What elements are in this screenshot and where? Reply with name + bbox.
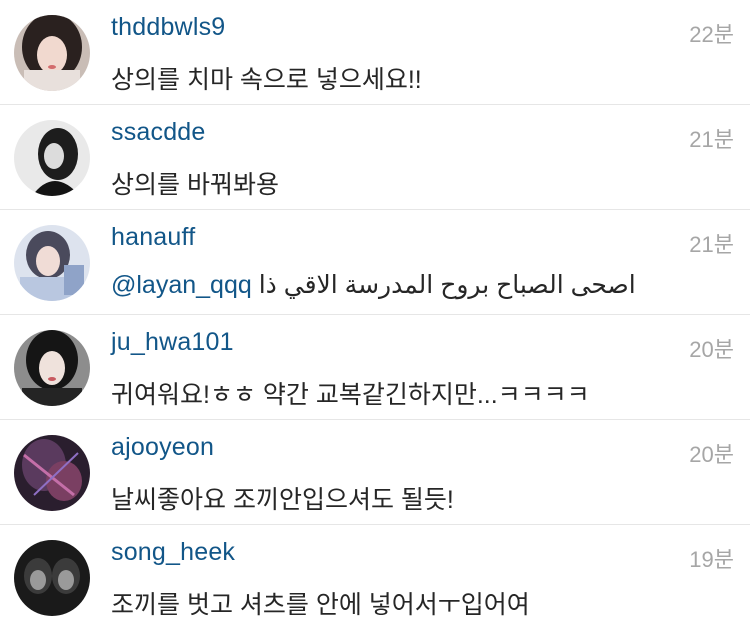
comment-username[interactable]: ssacdde bbox=[111, 118, 206, 147]
comment-item: ssacdde 21분 상의를 바꿔봐용 bbox=[0, 105, 750, 210]
user-avatar-icon bbox=[14, 120, 90, 196]
comment-item: thddbwls9 22분 상의를 치마 속으로 넣으세요!! bbox=[0, 0, 750, 105]
comment-timestamp: 19분 bbox=[689, 547, 734, 572]
comment-item: ju_hwa101 20분 귀여워요!ㅎㅎ 약간 교복같긴하지만...ㅋㅋㅋㅋ bbox=[0, 315, 750, 420]
avatar[interactable] bbox=[14, 15, 90, 91]
avatar[interactable] bbox=[14, 330, 90, 406]
comment-text: @layan_qqq اصحى الصباح بروح المدرسة الاق… bbox=[111, 270, 636, 300]
comment-username[interactable]: song_heek bbox=[111, 538, 235, 567]
comment-timestamp: 20분 bbox=[689, 337, 734, 362]
comment-mention[interactable]: @layan_qqq bbox=[111, 271, 252, 299]
comment-timestamp: 22분 bbox=[689, 22, 734, 47]
comment-timestamp: 20분 bbox=[689, 442, 734, 467]
comment-timestamp: 21분 bbox=[689, 232, 734, 257]
comment-username[interactable]: ju_hwa101 bbox=[111, 328, 234, 357]
comment-list: thddbwls9 22분 상의를 치마 속으로 넣으세요!! ssacdde … bbox=[0, 0, 750, 632]
user-avatar-icon bbox=[14, 225, 90, 301]
comment-text: 상의를 치마 속으로 넣으세요!! bbox=[111, 66, 422, 94]
user-avatar-icon bbox=[14, 330, 90, 406]
comment-timestamp: 21분 bbox=[689, 127, 734, 152]
user-avatar-icon bbox=[14, 435, 90, 511]
avatar[interactable] bbox=[14, 225, 90, 301]
comment-username[interactable]: thddbwls9 bbox=[111, 13, 225, 42]
user-avatar-icon bbox=[14, 540, 90, 616]
user-avatar-icon bbox=[14, 15, 90, 91]
comment-item: hanauff 21분 @layan_qqq اصحى الصباح بروح … bbox=[0, 210, 750, 315]
comment-item: song_heek 19분 조끼를 벗고 셔츠를 안에 넣어서ㅜ입어여 bbox=[0, 525, 750, 630]
comment-item: ajooyeon 20분 날씨좋아요 조끼안입으셔도 될듯! bbox=[0, 420, 750, 525]
comment-text: 날씨좋아요 조끼안입으셔도 될듯! bbox=[111, 486, 454, 514]
comment-text: 귀여워요!ㅎㅎ 약간 교복같긴하지만...ㅋㅋㅋㅋ bbox=[111, 381, 590, 409]
comment-username[interactable]: ajooyeon bbox=[111, 433, 214, 462]
comment-username[interactable]: hanauff bbox=[111, 223, 195, 252]
avatar[interactable] bbox=[14, 540, 90, 616]
comment-text: 상의를 바꿔봐용 bbox=[111, 171, 279, 199]
avatar[interactable] bbox=[14, 120, 90, 196]
avatar[interactable] bbox=[14, 435, 90, 511]
comment-text-arabic: اصحى الصباح بروح المدرسة الاقي ذا bbox=[258, 271, 636, 299]
comment-text: 조끼를 벗고 셔츠를 안에 넣어서ㅜ입어여 bbox=[111, 591, 530, 619]
